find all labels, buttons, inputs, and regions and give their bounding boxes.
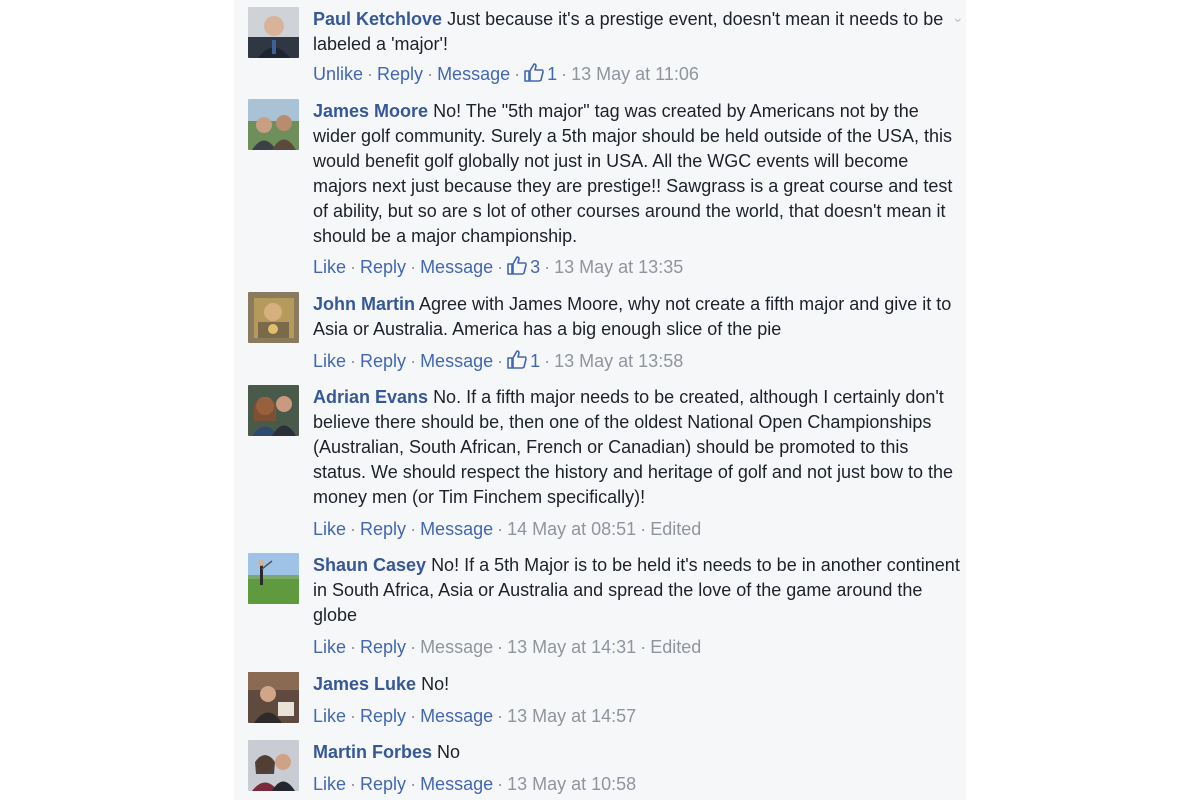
like-link[interactable]: Like (313, 637, 346, 657)
comment-author[interactable]: John Martin (313, 294, 415, 314)
comment-text: No! (421, 674, 450, 694)
comment-timestamp[interactable]: 13 May at 14:57 (507, 706, 636, 726)
reply-link[interactable]: Reply (360, 774, 406, 794)
edited-label[interactable]: Edited (650, 519, 701, 539)
comment-actions: Unlike · Reply · Message · 1 · 13 May at 11:06 (313, 63, 699, 84)
like-link[interactable]: Like (313, 351, 346, 371)
comment-body: Shaun Casey No! If a 5th Major is to be … (313, 553, 963, 628)
like-count[interactable]: 1 (524, 63, 557, 84)
comment-text: No! The "5th major" tag was created by A… (313, 101, 953, 246)
reply-link[interactable]: Reply (360, 519, 406, 539)
comment-actions: Like · Reply · Message · 14 May at 08:51 · Edite… (313, 519, 702, 539)
comment-body: James Luke No! (313, 672, 963, 697)
unlike-link[interactable]: Unlike (313, 64, 363, 84)
comment-body: Paul Ketchlove Just because it's a prest… (313, 7, 963, 57)
comment-author[interactable]: Adrian Evans (313, 387, 428, 407)
like-count[interactable]: 1 (507, 350, 540, 371)
comment-author[interactable]: Martin Forbes (313, 742, 432, 762)
avatar[interactable] (248, 385, 299, 436)
comment-author[interactable]: James Luke (313, 674, 416, 694)
comment-body: Martin Forbes No (313, 740, 963, 765)
comment-timestamp[interactable]: 13 May at 11:06 (571, 64, 699, 84)
avatar[interactable] (248, 7, 299, 58)
avatar[interactable] (248, 740, 299, 791)
avatar[interactable] (248, 672, 299, 723)
reply-link[interactable]: Reply (360, 257, 406, 277)
comment-actions: Like · Reply · Message · 13 May at 14:57 (313, 706, 637, 726)
comment-actions: Like · Reply · Message · 1 · 13 May at 13:58 (313, 350, 684, 371)
comment-actions: Like · Reply · Message · 3 · 13 May at 13:35 (313, 256, 684, 277)
message-link[interactable]: Message (437, 64, 510, 84)
comment-author[interactable]: Paul Ketchlove (313, 9, 442, 29)
avatar[interactable] (248, 292, 299, 343)
comment-text: No (437, 742, 461, 762)
comment-timestamp[interactable]: 13 May at 10:58 (507, 774, 636, 794)
like-link[interactable]: Like (313, 706, 346, 726)
like-count[interactable]: 3 (507, 256, 540, 277)
message-link[interactable]: Message (420, 706, 493, 726)
thumbs-up-icon (507, 256, 527, 275)
reply-link[interactable]: Reply (360, 637, 406, 657)
like-link[interactable]: Like (313, 519, 346, 539)
message-link[interactable]: Message (420, 637, 493, 657)
comment-body: John Martin Agree with James Moore, why … (313, 292, 963, 342)
message-link[interactable]: Message (420, 519, 493, 539)
avatar[interactable] (248, 553, 299, 604)
thumbs-up-icon (507, 350, 527, 369)
comment-actions: Like · Reply · Message · 13 May at 14:31 · Edite… (313, 637, 702, 657)
like-link[interactable]: Like (313, 257, 346, 277)
avatar[interactable] (248, 99, 299, 150)
comment-author[interactable]: Shaun Casey (313, 555, 426, 575)
edited-label[interactable]: Edited (650, 637, 701, 657)
like-link[interactable]: Like (313, 774, 346, 794)
reply-link[interactable]: Reply (360, 706, 406, 726)
comment-timestamp[interactable]: 14 May at 08:51 (507, 519, 636, 539)
comment-body: Adrian Evans No. If a fifth major needs … (313, 385, 963, 510)
message-link[interactable]: Message (420, 774, 493, 794)
comment-actions: Like · Reply · Message · 13 May at 10:58 (313, 774, 637, 794)
comment-author[interactable]: James Moore (313, 101, 428, 121)
message-link[interactable]: Message (420, 351, 493, 371)
comment-timestamp[interactable]: 13 May at 13:35 (554, 257, 683, 277)
comment-body: James Moore No! The "5th major" tag was … (313, 99, 963, 249)
reply-link[interactable]: Reply (360, 351, 406, 371)
comment-timestamp[interactable]: 13 May at 14:31 (507, 637, 636, 657)
reply-link[interactable]: Reply (377, 64, 423, 84)
thumbs-up-icon (524, 63, 544, 82)
comment-timestamp[interactable]: 13 May at 13:58 (554, 351, 683, 371)
message-link[interactable]: Message (420, 257, 493, 277)
